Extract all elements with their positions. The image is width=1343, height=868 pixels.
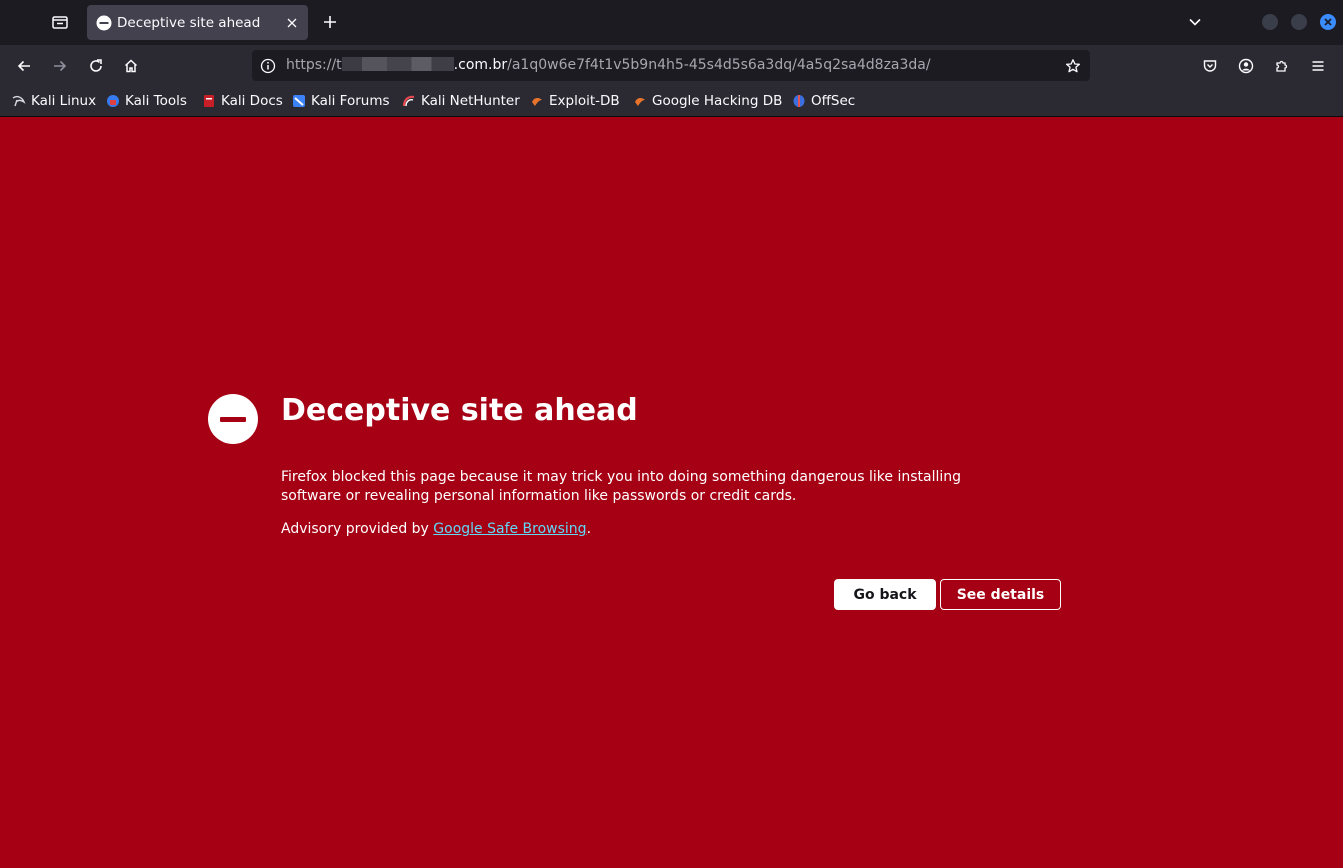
bookmark-kali-docs[interactable]: Kali Docs [202,92,283,110]
blocked-icon [208,394,258,444]
info-icon[interactable] [258,56,278,76]
url-bar[interactable]: https://t .com.br/a1q0w6e7f4t1v5b9n4h5-45… [252,50,1090,81]
url-text: https://t .com.br/a1q0w6e7f4t1v5b9n4h5-45… [286,57,931,73]
bookmark-kali-nethunter[interactable]: Kali NetHunter [402,92,520,110]
extensions-icon[interactable] [1269,53,1295,79]
bookmark-star-icon[interactable] [1062,55,1084,77]
kali-dragon-icon [12,94,26,108]
tab-strip: Deceptive site ahead [0,0,1343,45]
url-domain: .com.br [453,57,508,73]
account-icon[interactable] [1233,53,1259,79]
kali-docs-icon [202,94,216,108]
back-arrow-icon[interactable] [11,53,37,79]
bookmark-kali-tools[interactable]: Kali Tools [106,92,187,110]
advisory-text: Advisory provided by Google Safe Browsin… [281,521,591,537]
bookmark-google-hacking-db[interactable]: Google Hacking DB [633,92,782,110]
error-description: Firefox blocked this page because it may… [281,469,962,504]
browser-chrome: Deceptive site ahead https://t .com.br/a… [0,0,1343,117]
error-page: Deceptive site ahead Firefox blocked thi… [0,117,1343,868]
nethunter-icon [402,94,416,108]
advisory-prefix: Advisory provided by [281,521,434,537]
tab-list-icon[interactable] [46,8,74,36]
kali-forums-icon [292,94,306,108]
forward-arrow-icon[interactable] [47,53,73,79]
blocked-icon [96,15,112,31]
plus-icon[interactable] [318,10,342,34]
redacted-domain [341,57,454,71]
chevron-down-icon[interactable] [1183,10,1207,34]
tab-title: Deceptive site ahead [117,14,261,31]
see-details-button[interactable]: See details [940,579,1061,610]
url-path: /a1q0w6e7f4t1v5b9n4h5-45s4d5s6a3dq/4a5q2… [507,57,931,73]
close-icon[interactable] [282,13,302,33]
go-back-button[interactable]: Go back [834,579,936,610]
window-close-button[interactable] [1320,14,1336,30]
offsec-icon [792,94,806,108]
tab-deceptive-site[interactable]: Deceptive site ahead [87,5,308,40]
bookmark-exploit-db[interactable]: Exploit-DB [530,92,620,110]
nav-bar: https://t .com.br/a1q0w6e7f4t1v5b9n4h5-45… [0,45,1343,86]
page-title: Deceptive site ahead [281,393,638,428]
ghdb-icon [633,94,647,108]
home-icon[interactable] [118,53,144,79]
menu-icon[interactable] [1305,53,1331,79]
kali-tools-icon [106,94,120,108]
url-scheme: https://t [286,57,342,73]
google-safe-browsing-link[interactable]: Google Safe Browsing [433,521,586,537]
exploit-db-icon [530,94,544,108]
minimize-button[interactable] [1262,14,1278,30]
pocket-icon[interactable] [1197,53,1223,79]
reload-icon[interactable] [83,53,109,79]
bookmark-kali-forums[interactable]: Kali Forums [292,92,390,110]
bookmark-kali-linux[interactable]: Kali Linux [12,92,96,110]
maximize-button[interactable] [1291,14,1307,30]
bookmark-offsec[interactable]: OffSec [792,92,855,110]
advisory-suffix: . [586,521,592,537]
bookmarks-toolbar: Kali Linux Kali Tools Kali Docs Kali For… [0,86,1343,117]
